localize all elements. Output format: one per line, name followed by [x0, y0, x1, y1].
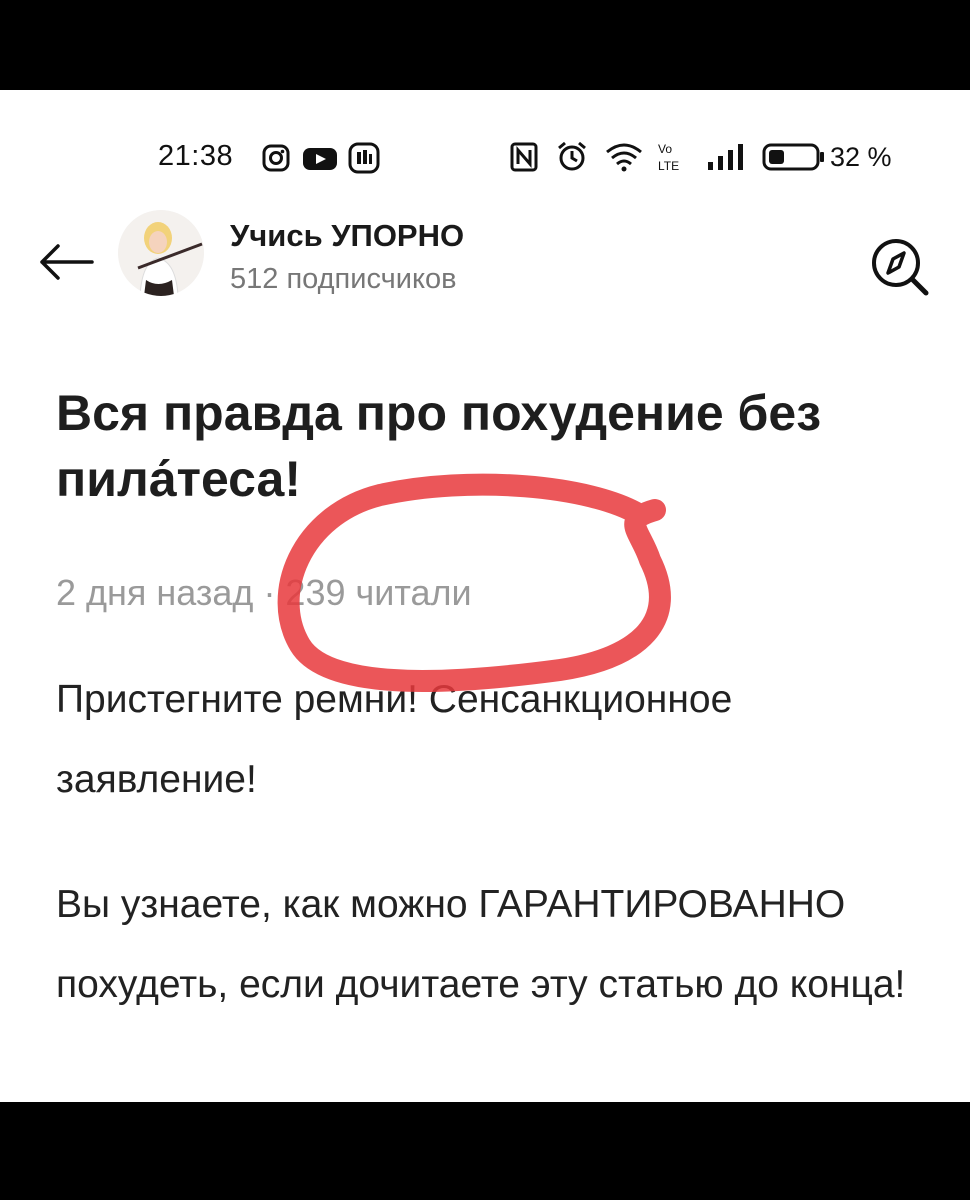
- nfc-icon: [510, 142, 538, 172]
- youtube-icon: [303, 148, 337, 170]
- status-time: 21:38: [158, 140, 234, 172]
- signal-icon: [708, 144, 743, 170]
- avatar-image: [118, 210, 204, 296]
- channel-name[interactable]: Учись УПОРНО: [230, 218, 464, 254]
- svg-text:LTE: LTE: [658, 159, 679, 173]
- wifi-icon: [606, 143, 642, 172]
- subscribers-count: 512 подписчиков: [230, 263, 457, 295]
- article-title: Вся правда про похудение без пила́теса!: [56, 385, 822, 507]
- article-meta: 2 дня назад · 239 читали: [56, 572, 472, 613]
- article-paragraph-1: Пристегните ремни! Сенсанкционное заявле…: [56, 678, 733, 801]
- back-arrow-icon[interactable]: [36, 240, 96, 284]
- svg-text:Vo: Vo: [658, 142, 672, 156]
- battery-percent: 32 %: [830, 142, 892, 172]
- channel-avatar[interactable]: [118, 210, 204, 296]
- app-screen: 21:38 Vo LTE 32 % Учись УПОРНО 512 подпи…: [0, 90, 970, 1102]
- instagram-icon: [262, 144, 290, 172]
- compass-icon[interactable]: [868, 235, 932, 299]
- article-paragraph-2: Вы узнаете, как можно ГАРАНТИРОВАННО пох…: [56, 883, 906, 1006]
- battery-icon: [762, 143, 824, 171]
- alarm-icon: [558, 141, 586, 171]
- messenger-icon: [348, 142, 380, 174]
- volte-icon: Vo LTE: [658, 142, 679, 173]
